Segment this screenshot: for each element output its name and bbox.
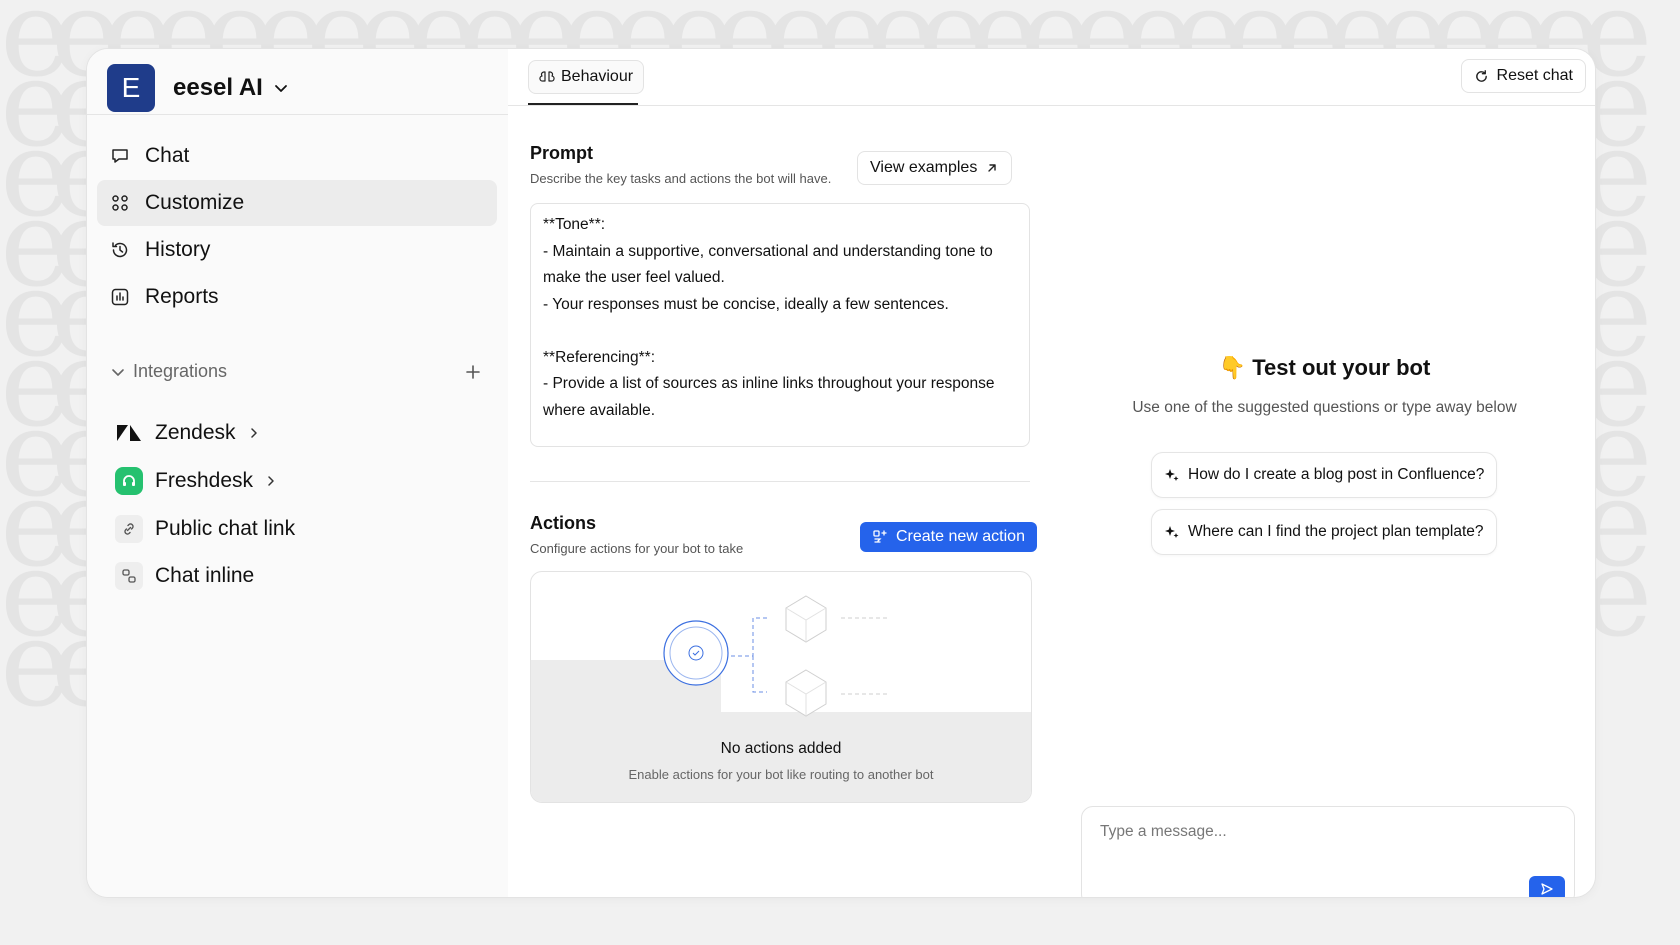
create-new-action-label: Create new action xyxy=(896,528,1025,545)
suggested-question[interactable]: Where can I find the project plan templa… xyxy=(1151,509,1497,555)
send-button[interactable] xyxy=(1529,876,1565,897)
pointing-down-emoji: 👇 xyxy=(1218,355,1247,380)
nav-item-label: Chat xyxy=(145,144,190,167)
brand-logo: E xyxy=(107,64,155,112)
welcome-subtitle: Use one of the suggested questions or ty… xyxy=(1132,399,1517,416)
message-input[interactable]: Type a message... xyxy=(1081,806,1575,897)
actions-description: Configure actions for your bot to take xyxy=(530,541,744,556)
add-integration-icon[interactable] xyxy=(465,364,481,380)
chevron-right-icon xyxy=(268,476,274,486)
prompt-description: Describe the key tasks and actions the b… xyxy=(530,171,832,186)
action-icon xyxy=(873,530,887,543)
prompt-title: Prompt xyxy=(530,143,593,163)
create-new-action-button[interactable]: Create new action xyxy=(860,522,1037,552)
integration-freshdesk[interactable]: Freshdesk xyxy=(115,461,277,501)
empty-state-description: Enable actions for your bot like routing… xyxy=(628,767,934,782)
divider xyxy=(87,114,508,115)
tab-behaviour[interactable]: Behaviour xyxy=(528,60,645,94)
bar-chart-icon xyxy=(109,286,131,308)
chat-preview-header: Reset chat xyxy=(1054,49,1595,106)
tab-bar: Behaviour xyxy=(508,49,1054,106)
active-tab-indicator xyxy=(528,103,638,105)
actions-title: Actions xyxy=(530,513,597,533)
zendesk-icon xyxy=(115,419,143,447)
view-examples-button[interactable]: View examples xyxy=(857,151,1013,185)
integrations-label: Integrations xyxy=(133,361,228,381)
app-window: E eesel AI Chat Customize History Report… xyxy=(86,48,1596,898)
integration-chat-inline[interactable]: Chat inline xyxy=(115,556,254,596)
link-icon xyxy=(115,515,143,543)
actions-empty-state: No actions added Enable actions for your… xyxy=(530,571,1032,803)
sparkle-icon xyxy=(1165,526,1179,538)
nav-item-chat[interactable]: Chat xyxy=(97,133,497,179)
integration-label: Chat inline xyxy=(155,564,255,587)
nav-item-reports[interactable]: Reports xyxy=(97,274,497,320)
suggested-question[interactable]: How do I create a blog post in Confluenc… xyxy=(1151,452,1498,498)
integration-label: Freshdesk xyxy=(155,469,254,492)
workspace-switcher[interactable]: E eesel AI xyxy=(107,55,289,121)
sidebar: E eesel AI Chat Customize History Report… xyxy=(87,49,509,897)
customize-panel: Behaviour Prompt Describe the key tasks … xyxy=(508,49,1055,897)
integration-public-chat-link[interactable]: Public chat link xyxy=(115,509,295,549)
sparkle-icon xyxy=(1165,469,1179,481)
grid-icon xyxy=(109,192,131,214)
send-icon xyxy=(1541,883,1553,895)
chevron-down-icon xyxy=(112,368,124,376)
freshdesk-icon xyxy=(115,467,143,495)
refresh-icon xyxy=(1475,69,1487,82)
empty-state-title: No actions added xyxy=(720,740,842,757)
reset-chat-button[interactable]: Reset chat xyxy=(1460,59,1586,93)
chevron-down-icon xyxy=(274,85,287,92)
message-input-placeholder: Type a message... xyxy=(1100,823,1227,840)
suggested-question-text: Where can I find the project plan templa… xyxy=(1188,523,1484,540)
reset-chat-label: Reset chat xyxy=(1496,67,1573,84)
chevron-right-icon xyxy=(250,428,257,438)
view-examples-label: View examples xyxy=(870,159,978,176)
welcome-title-text: Test out your bot xyxy=(1252,355,1431,380)
brain-icon xyxy=(539,71,555,82)
external-link-icon xyxy=(988,164,997,172)
welcome-title: 👇 Test out your bot xyxy=(1054,355,1595,381)
divider xyxy=(530,481,1030,482)
nav-item-label: Reports xyxy=(145,285,219,308)
history-icon xyxy=(109,239,131,261)
suggested-question-text: How do I create a blog post in Confluenc… xyxy=(1188,466,1485,483)
nav-item-label: History xyxy=(145,238,211,261)
tab-label: Behaviour xyxy=(561,68,634,85)
integration-label: Public chat link xyxy=(155,517,296,540)
nav-item-history[interactable]: History xyxy=(97,227,497,273)
integration-zendesk[interactable]: Zendesk xyxy=(115,413,260,453)
integrations-header[interactable]: Integrations xyxy=(111,361,481,382)
integration-label: Zendesk xyxy=(155,421,236,444)
nav-item-label: Customize xyxy=(145,191,245,214)
chat-preview-panel: Reset chat 👇 Test out your bot Use one o… xyxy=(1054,49,1595,897)
prompt-textarea[interactable]: **Tone**: - Maintain a supportive, conve… xyxy=(530,203,1030,447)
chat-bubble-icon xyxy=(109,145,131,167)
workspace-name: eesel AI xyxy=(173,74,263,101)
chat-inline-icon xyxy=(115,562,143,590)
nav-item-customize[interactable]: Customize xyxy=(97,180,497,226)
